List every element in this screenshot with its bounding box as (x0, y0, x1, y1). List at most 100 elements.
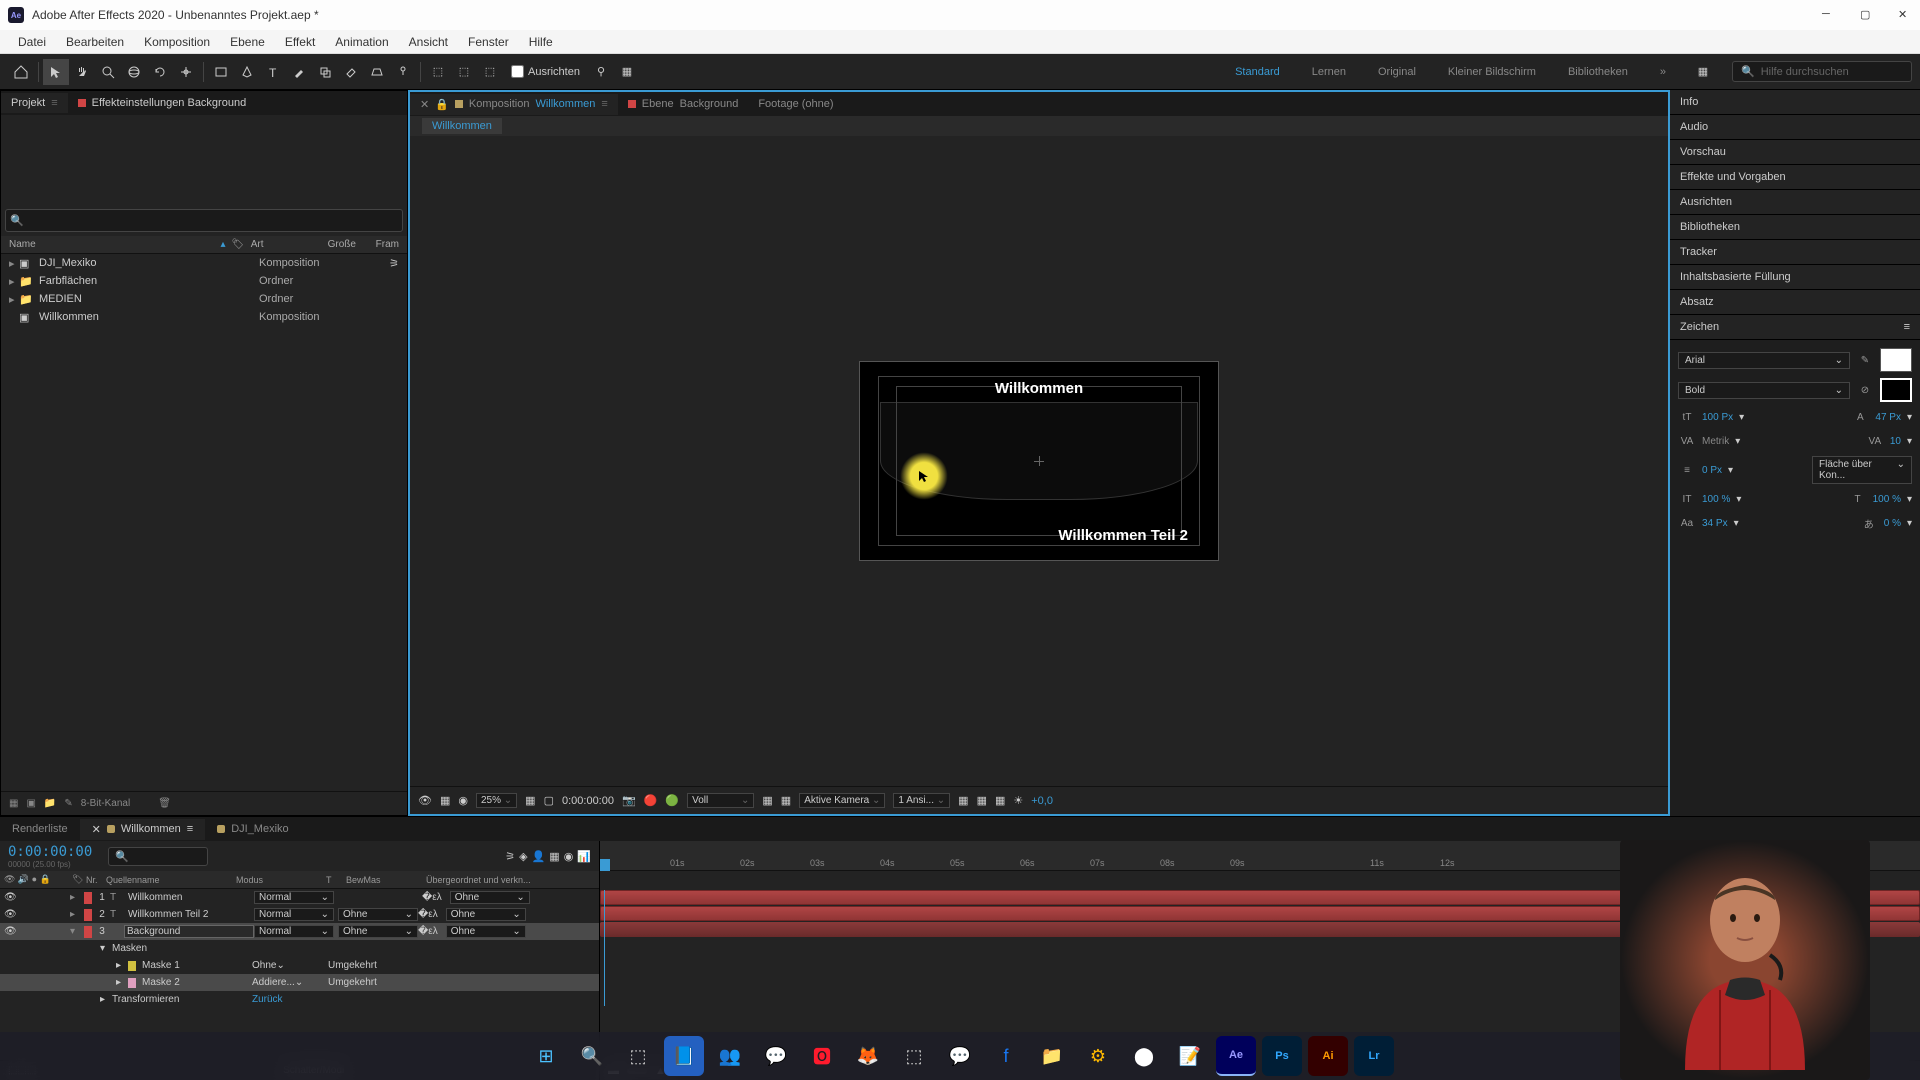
tab-renderlist[interactable]: Renderliste (0, 819, 80, 839)
stroke-width-value[interactable]: 0 Px (1702, 465, 1722, 476)
timeline-layer[interactable]: 👁 ▸ 2 T Willkommen Teil 2 Normal⌄ Ohne⌄ … (0, 906, 599, 923)
blend-mode-dropdown[interactable]: Normal⌄ (254, 925, 334, 938)
menu-bearbeiten[interactable]: Bearbeiten (56, 35, 134, 49)
orbit-tool[interactable] (121, 59, 147, 85)
camera-dropdown[interactable]: Aktive Kamera ⌄ (799, 793, 885, 808)
snap-checkbox[interactable]: Ausrichten (511, 65, 580, 78)
project-item[interactable]: ▸▣ DJI_Mexiko Komposition ⚞ (1, 254, 407, 272)
vscale-value[interactable]: 100 % (1702, 494, 1730, 505)
lightroom-icon[interactable]: Lr (1354, 1036, 1394, 1076)
grid-icon[interactable]: ▦ (977, 794, 987, 807)
obs-icon[interactable]: ⬤ (1124, 1036, 1164, 1076)
roi-icon[interactable]: ▢ (544, 794, 554, 807)
workspace-standard[interactable]: Standard (1227, 62, 1288, 82)
pen-tool[interactable] (234, 59, 260, 85)
menu-animation[interactable]: Animation (325, 35, 398, 49)
font-size-value[interactable]: 100 Px (1702, 412, 1733, 423)
notepad-icon[interactable]: 📝 (1170, 1036, 1210, 1076)
workspace-settings-icon[interactable]: ▦ (1690, 59, 1716, 85)
playhead[interactable] (600, 859, 610, 871)
minimize-button[interactable]: ─ (1822, 8, 1836, 22)
panel-audio[interactable]: Audio (1670, 115, 1920, 140)
tracking-value[interactable]: 10 (1890, 436, 1901, 447)
frame-blend-icon[interactable]: ▦ (549, 850, 559, 863)
mask-item[interactable]: ▸ Maske 2 Addiere...⌄ Umgekehrt (0, 974, 599, 991)
new-folder-icon[interactable]: 📁 (44, 798, 56, 809)
resolution-icon[interactable]: ▦ (525, 794, 535, 807)
snap-grid-icon[interactable]: ▦ (614, 59, 640, 85)
hide-shy-icon[interactable]: 👤 (532, 850, 546, 863)
project-search[interactable]: 🔍 (5, 209, 403, 232)
tab-timeline-mexiko[interactable]: DJI_Mexiko (205, 819, 300, 839)
teams-icon[interactable]: 👥 (710, 1036, 750, 1076)
task-view-button[interactable]: ⬚ (618, 1036, 658, 1076)
comp-breadcrumb[interactable]: Willkommen (410, 116, 1668, 136)
workspace-lernen[interactable]: Lernen (1304, 62, 1354, 82)
panel-info[interactable]: Info (1670, 90, 1920, 115)
trkmat-dropdown[interactable]: Ohne⌄ (338, 925, 418, 938)
hand-tool[interactable] (69, 59, 95, 85)
blend-mode-dropdown[interactable]: Normal⌄ (254, 891, 334, 904)
timeline-layer[interactable]: 👁 ▸ 1 T Willkommen Normal⌄ �ελ Ohne⌄ (0, 889, 599, 906)
no-fill-icon[interactable]: ⊘ (1856, 381, 1874, 399)
menu-fenster[interactable]: Fenster (458, 35, 519, 49)
tab-effect-controls[interactable]: Effekteinstellungen Background (68, 93, 257, 113)
blend-mode-dropdown[interactable]: Normal⌄ (254, 908, 334, 921)
trkmat-dropdown[interactable]: Ohne⌄ (338, 908, 418, 921)
panel-tracker[interactable]: Tracker (1670, 240, 1920, 265)
guides-icon[interactable]: ▦ (995, 794, 1005, 807)
timeline-search[interactable]: 🔍 (108, 847, 208, 866)
visibility-toggle[interactable]: 👁 (4, 926, 18, 937)
project-item[interactable]: ▸📁 Farbflächen Ordner (1, 272, 407, 290)
baseline-value[interactable]: 34 Px (1702, 518, 1728, 529)
menu-hilfe[interactable]: Hilfe (519, 35, 563, 49)
text-tool[interactable]: T (260, 59, 286, 85)
parent-dropdown[interactable]: Ohne⌄ (446, 925, 526, 938)
local-axis-icon[interactable]: ⬚ (425, 59, 451, 85)
always-preview-icon[interactable]: 👁 (418, 794, 432, 807)
snapshot-icon[interactable]: 📷 (622, 794, 636, 807)
transparency-icon[interactable]: ▦ (440, 794, 450, 807)
project-item[interactable]: ▣ Willkommen Komposition (1, 308, 407, 326)
zoom-dropdown[interactable]: 25% ⌄ (476, 793, 517, 808)
leading-value[interactable]: 47 Px (1875, 412, 1901, 423)
project-item[interactable]: ▸📁 MEDIEN Ordner (1, 290, 407, 308)
parent-dropdown[interactable]: Ohne⌄ (446, 908, 526, 921)
interpret-icon[interactable]: ▦ (9, 798, 18, 809)
menu-komposition[interactable]: Komposition (134, 35, 220, 49)
mask-mode-dropdown[interactable]: Addiere...⌄ (252, 977, 312, 988)
workspace-kleiner[interactable]: Kleiner Bildschirm (1440, 62, 1544, 82)
panel-align[interactable]: Ausrichten (1670, 190, 1920, 215)
tab-timeline-willkommen[interactable]: ✕Willkommen≡ (80, 819, 206, 840)
playhead-line[interactable] (604, 890, 605, 1006)
view-axis-icon[interactable]: ⬚ (477, 59, 503, 85)
menu-ebene[interactable]: Ebene (220, 35, 275, 49)
rect-tool[interactable] (208, 59, 234, 85)
messenger-icon[interactable]: 💬 (940, 1036, 980, 1076)
font-weight-dropdown[interactable]: Bold⌄ (1678, 382, 1850, 399)
world-axis-icon[interactable]: ⬚ (451, 59, 477, 85)
kerning-value[interactable]: Metrik (1702, 436, 1729, 447)
panel-vorschau[interactable]: Vorschau (1670, 140, 1920, 165)
help-search[interactable]: 🔍 Hilfe durchsuchen (1732, 61, 1912, 82)
app-icon[interactable]: ⬚ (894, 1036, 934, 1076)
resolution-dropdown[interactable]: Voll ⌄ (687, 793, 754, 808)
mask-mode-dropdown[interactable]: Ohne⌄ (252, 960, 312, 971)
puppet-tool[interactable] (390, 59, 416, 85)
eyedropper-icon[interactable]: ✎ (1856, 351, 1874, 369)
fill-color-swatch[interactable] (1880, 348, 1912, 372)
draft3d-icon[interactable]: ◈ (519, 850, 527, 863)
panel-paragraph[interactable]: Absatz (1670, 290, 1920, 315)
timecode-display[interactable]: 0:00:00:00 (562, 795, 614, 807)
search-button[interactable]: 🔍 (572, 1036, 612, 1076)
opera-icon[interactable]: 🅾 (802, 1036, 842, 1076)
photoshop-icon[interactable]: Ps (1262, 1036, 1302, 1076)
snap-options-icon[interactable]: ⚲ (588, 59, 614, 85)
whatsapp-icon[interactable]: 💬 (756, 1036, 796, 1076)
masks-group[interactable]: ▾Masken (0, 940, 599, 957)
start-button[interactable]: ⊞ (526, 1036, 566, 1076)
zoom-tool[interactable] (95, 59, 121, 85)
selection-tool[interactable] (43, 59, 69, 85)
flowchart-icon[interactable]: ⚞ (389, 257, 399, 270)
file-explorer-icon[interactable]: 📁 (1032, 1036, 1072, 1076)
